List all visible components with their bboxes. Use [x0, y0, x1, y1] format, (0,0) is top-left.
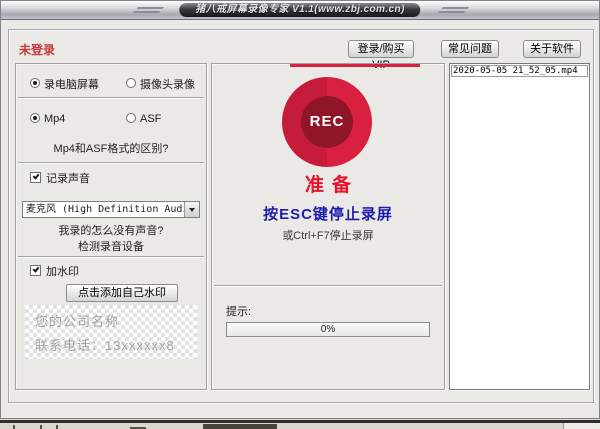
radio-format-asf[interactable]: ASF: [126, 113, 161, 125]
red-accent-bar: [290, 64, 420, 67]
section-divider: [18, 256, 204, 258]
title-bar[interactable]: 猪八戒屏幕录像专家 V1.1(www.zbj.com.cn): [1, 1, 599, 20]
checkbox-icon: [30, 172, 41, 183]
speed-lines-icon: [437, 7, 469, 14]
taskbar-strip: [0, 423, 600, 429]
watermark-phone-line: 联系电话：13xxxxxx8: [35, 335, 197, 354]
format-difference-link[interactable]: Mp4和ASF格式的区别?: [16, 140, 206, 156]
taskbar-icon: [13, 425, 15, 429]
settings-panel: 录电脑屏幕 摄像头录像 Mp4 ASF Mp4和ASF格式的区别? 记录声音 麦…: [15, 63, 207, 390]
add-watermark-button[interactable]: 点击添加自己水印: [66, 284, 178, 302]
section-divider: [18, 97, 204, 99]
recorded-files-list[interactable]: 2020-05-05 21_52_05.mp4: [449, 63, 590, 390]
watermark-checkbox[interactable]: 加水印: [30, 263, 220, 279]
radio-format-mp4[interactable]: Mp4: [30, 113, 65, 125]
rec-button[interactable]: REC: [282, 77, 372, 167]
checkbox-icon: [30, 265, 41, 276]
window-title: 猪八戒屏幕录像专家 V1.1(www.zbj.com.cn): [179, 3, 420, 17]
checkmark-icon: [33, 172, 40, 179]
record-audio-checkbox[interactable]: 记录声音: [30, 170, 220, 186]
progress-percent-label: 0%: [321, 324, 335, 335]
rec-button-label: REC: [301, 96, 353, 148]
watermark-preview: 您的公司名称 联系电话：13xxxxxx8: [25, 305, 197, 359]
progress-bar: 0%: [226, 322, 430, 337]
recording-panel: REC 准备 按ESC键停止录屏 或Ctrl+F7停止录屏 提示: 0%: [211, 63, 445, 390]
taskbar-icon: [56, 425, 58, 429]
no-sound-help-link[interactable]: 我录的怎么没有声音?: [16, 222, 206, 238]
list-item[interactable]: 2020-05-05 21_52_05.mp4: [451, 65, 588, 77]
login-status-label: 未登录: [19, 41, 55, 58]
radio-button-icon: [30, 113, 40, 123]
stop-hint-secondary: 或Ctrl+F7停止录屏: [212, 227, 444, 243]
faq-button[interactable]: 常见问题: [441, 40, 499, 58]
radio-format-mp4-label: Mp4: [44, 113, 65, 125]
about-button[interactable]: 关于软件: [523, 40, 581, 58]
chevron-down-icon[interactable]: [184, 202, 199, 217]
radio-record-camera[interactable]: 摄像头录像: [126, 76, 195, 92]
section-divider: [214, 285, 442, 287]
radio-record-screen[interactable]: 录电脑屏幕: [30, 78, 99, 90]
record-status-label: 准备: [212, 170, 444, 197]
watermark-company-line: 您的公司名称: [35, 311, 197, 330]
section-divider: [18, 162, 204, 164]
taskbar-icon: [40, 425, 42, 429]
radio-format-asf-label: ASF: [140, 113, 161, 125]
login-buy-vip-button[interactable]: 登录/购买VIP: [348, 40, 414, 58]
audio-device-select[interactable]: 麦克风 (High Definition Audio 设备): [22, 201, 200, 218]
radio-record-screen-label: 录电脑屏幕: [44, 79, 99, 91]
radio-record-camera-label: 摄像头录像: [140, 79, 195, 91]
taskbar-tray: [563, 423, 600, 429]
speed-lines-icon: [132, 7, 164, 14]
audio-device-value: 麦克风 (High Definition Audio 设备): [26, 204, 200, 215]
watermark-label: 加水印: [46, 266, 79, 278]
taskbar-active-task: [203, 424, 277, 429]
format-row: Mp4 ASF: [30, 113, 220, 125]
checkmark-icon: [33, 265, 40, 272]
radio-button-icon: [126, 113, 136, 123]
record-source-row: 录电脑屏幕 摄像头录像: [30, 76, 220, 92]
record-audio-label: 记录声音: [46, 173, 90, 185]
radio-button-icon: [30, 78, 40, 88]
stop-hint-primary: 按ESC键停止录屏: [212, 203, 444, 224]
app-window: 猪八戒屏幕录像专家 V1.1(www.zbj.com.cn) 未登录 登录/购买…: [0, 0, 600, 419]
radio-button-icon: [126, 78, 136, 88]
detect-audio-device-link[interactable]: 检测录音设备: [16, 238, 206, 254]
tip-label: 提示:: [226, 303, 251, 319]
